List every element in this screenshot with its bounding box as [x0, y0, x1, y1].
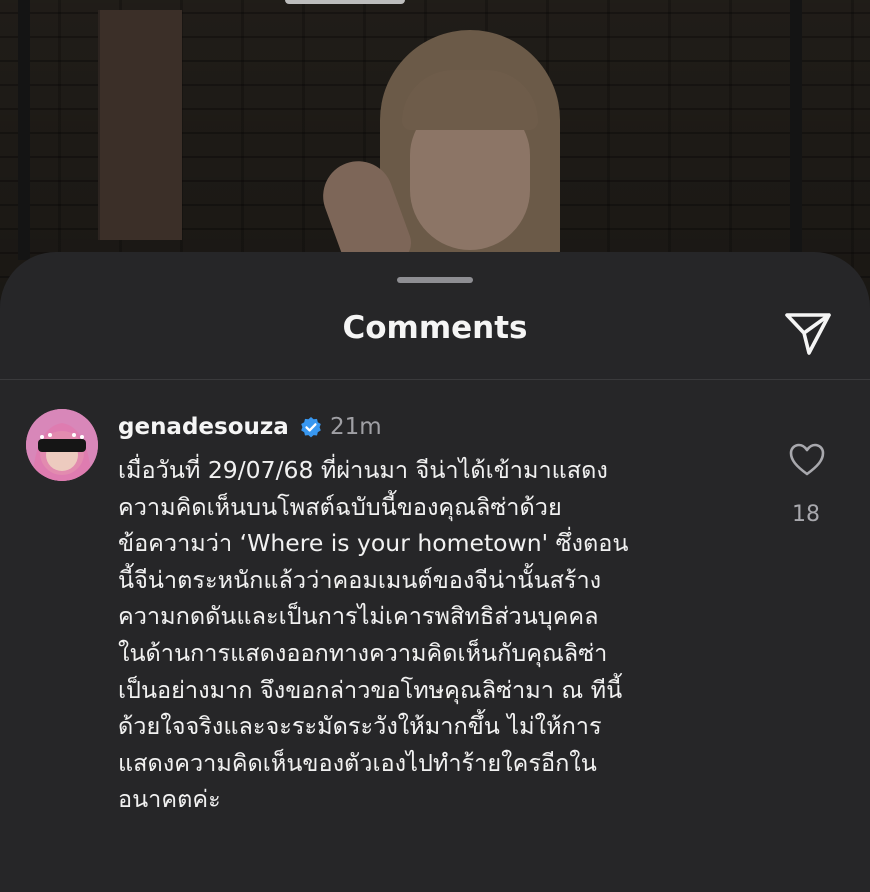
wall-poster — [98, 10, 182, 240]
comment-username[interactable]: genadesouza — [118, 414, 289, 440]
comment-line: เมื่อวันที่ 29/07/68 ที่ผ่านมา จีน่าได้เ… — [118, 456, 608, 484]
ceiling-light — [285, 0, 405, 4]
avatar[interactable] — [26, 409, 98, 481]
person-figure — [270, 30, 600, 290]
comment-line: เป็นอย่างมาก จึงขอกล่าวขอโทษคุณลิซ่ามา ณ… — [118, 675, 623, 704]
comment-line: อนาคตค่ะ — [118, 785, 221, 814]
like-count: 18 — [792, 502, 820, 527]
comment-line: ความกดดันและเป็นการไม่เคารพสิทธิส่วนบุคค… — [118, 602, 599, 631]
comment-line: ในด้านการแสดงออกทางความคิดเห็นกับคุณลิซ่… — [118, 638, 608, 667]
comment-line: ด้วยใจจริงและจะระมัดระวังให้มากขึ้น ไม่ใ… — [118, 712, 602, 741]
comment-line: แสดงความคิดเห็นของตัวเองไปทำร้ายใครอีกใน — [118, 748, 597, 777]
comment-line: นี้จีน่าตระหนักแล้วว่าคอมเมนต์ของจีน่านั… — [118, 565, 602, 594]
verified-badge-icon — [301, 417, 321, 438]
comment-timestamp: 21m — [330, 414, 382, 440]
comment-line: ความคิดเห็นบนโพสต์ฉบับนี้ของคุณลิซ่าด้วย — [118, 492, 562, 521]
pole-right — [790, 0, 802, 260]
comment-body: เมื่อวันที่ 29/07/68 ที่ผ่านมา จีน่าได้เ… — [118, 452, 768, 818]
paper-plane-icon — [785, 313, 831, 355]
like-button[interactable] — [788, 442, 826, 478]
header-divider — [0, 379, 870, 380]
avatar-image — [26, 409, 98, 481]
heart-icon — [789, 443, 825, 476]
comment-line: ข้อความว่า ‘Where is your hometown' ซึ่ง… — [118, 529, 629, 558]
pole-left — [18, 0, 30, 260]
sheet-title: Comments — [342, 310, 528, 346]
share-button[interactable] — [782, 308, 834, 358]
comments-sheet: Comments genadesouza 21m เมื่อวันที่ 29/… — [0, 252, 870, 892]
sheet-drag-handle[interactable] — [397, 277, 473, 283]
